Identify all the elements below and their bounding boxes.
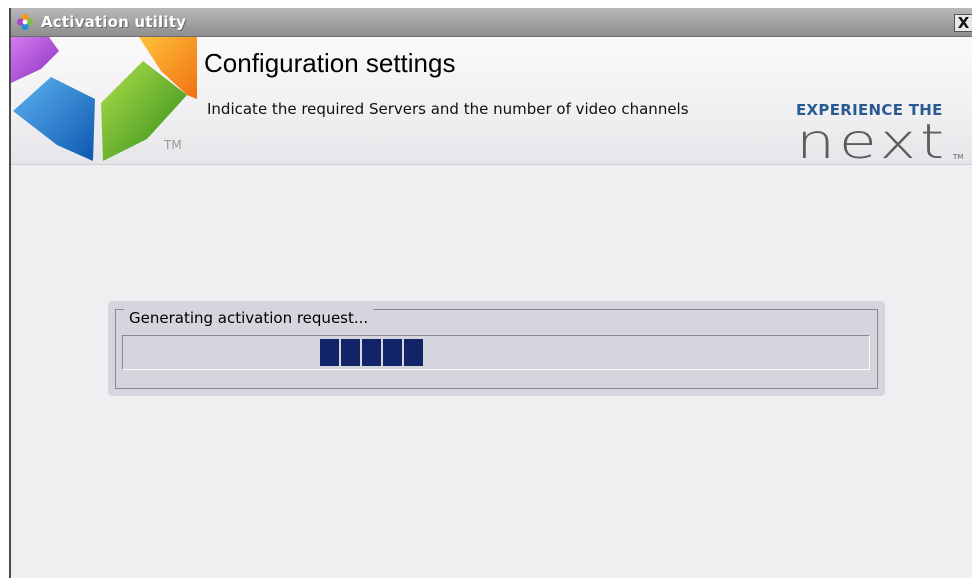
progress-block (320, 339, 339, 366)
activation-utility-window: Activation utility X TM Configuration se… (9, 8, 972, 578)
progress-marquee (320, 339, 425, 366)
brand-next-logo: next TM (796, 119, 963, 165)
close-button[interactable]: X (954, 14, 972, 32)
progress-block (341, 339, 360, 366)
app-flower-icon (16, 13, 34, 31)
progress-block (383, 339, 402, 366)
logo-trademark: TM (164, 138, 182, 152)
progress-bar (122, 335, 870, 370)
brand-trademark: TM (952, 153, 963, 161)
page-title: Configuration settings (204, 48, 456, 78)
title-bar[interactable]: Activation utility X (11, 8, 972, 37)
brand-tagline: EXPERIENCE THE (796, 101, 943, 119)
page-subtitle: Indicate the required Servers and the nu… (207, 100, 689, 118)
progress-block (362, 339, 381, 366)
wizard-header: TM Configuration settings Indicate the r… (11, 37, 972, 165)
progress-label: Generating activation request... (124, 309, 374, 327)
brand-name: next (796, 119, 948, 165)
progress-block (404, 339, 423, 366)
window-title: Activation utility (41, 13, 187, 31)
